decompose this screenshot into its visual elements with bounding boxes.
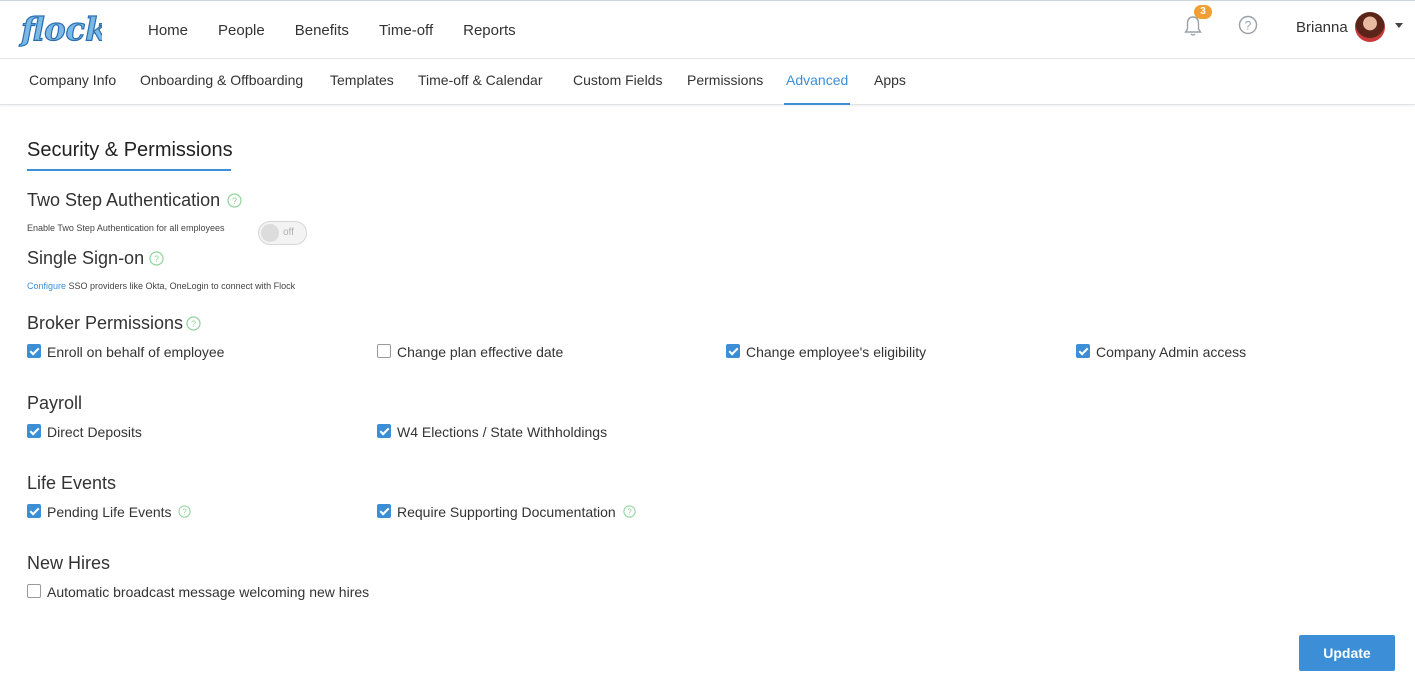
tab-custom-fields[interactable]: Custom Fields	[573, 59, 662, 105]
direct-deposits-label: Direct Deposits	[47, 424, 142, 440]
direct-deposits-checkbox[interactable]	[27, 424, 41, 438]
tab-templates[interactable]: Templates	[330, 59, 394, 105]
chevron-down-icon[interactable]	[1395, 23, 1403, 28]
svg-text:?: ?	[1245, 19, 1252, 33]
update-button[interactable]: Update	[1299, 635, 1395, 671]
two-step-heading: Two Step Authentication	[27, 190, 221, 210]
change-plan-date-label: Change plan effective date	[397, 344, 564, 360]
w4-elections-label: W4 Elections / State Withholdings	[397, 424, 608, 440]
enroll-on-behalf-label: Enroll on behalf of employee	[47, 344, 225, 360]
tab-apps[interactable]: Apps	[874, 59, 906, 105]
help-icon[interactable]: ?	[149, 251, 164, 266]
company-admin-label: Company Admin access	[1096, 344, 1247, 360]
two-step-toggle[interactable]: off	[258, 221, 307, 245]
require-documentation-label: Require Supporting Documentation	[397, 504, 616, 520]
toggle-label: off	[283, 227, 294, 238]
sso-description: Configure SSO providers like Okta, OneLo…	[27, 281, 295, 291]
svg-text:flock: flock	[19, 10, 102, 48]
svg-text:?: ?	[182, 508, 187, 517]
nav-benefits[interactable]: Benefits	[280, 22, 364, 39]
new-hires-heading: New Hires	[27, 553, 111, 573]
payroll-heading: Payroll	[27, 393, 83, 413]
tab-advanced[interactable]: Advanced	[784, 59, 851, 105]
title-underline	[27, 169, 231, 171]
svg-text:?: ?	[232, 196, 237, 206]
main-nav: Home People Benefits Time-off Reports	[133, 1, 531, 60]
help-icon[interactable]: ?	[178, 505, 191, 518]
user-name[interactable]: Brianna	[1296, 19, 1348, 36]
sso-heading: Single Sign-on	[27, 248, 145, 268]
life-events-heading: Life Events	[27, 473, 117, 493]
toggle-knob	[261, 224, 279, 242]
enroll-on-behalf-checkbox[interactable]	[27, 344, 41, 358]
help-icon[interactable]: ?	[1238, 15, 1258, 35]
page-title: Security & Permissions	[27, 139, 233, 161]
svg-text:?: ?	[154, 254, 159, 264]
nav-reports[interactable]: Reports	[448, 22, 531, 39]
tab-permissions[interactable]: Permissions	[687, 59, 763, 105]
change-eligibility-checkbox[interactable]	[726, 344, 740, 358]
help-icon[interactable]: ?	[186, 316, 201, 331]
require-documentation-checkbox[interactable]	[377, 504, 391, 518]
change-plan-date-checkbox[interactable]	[377, 344, 391, 358]
welcome-broadcast-checkbox[interactable]	[27, 584, 41, 598]
tab-time-off-calendar[interactable]: Time-off & Calendar	[418, 59, 543, 105]
nav-home[interactable]: Home	[133, 22, 203, 39]
change-eligibility-label: Change employee's eligibility	[746, 344, 927, 360]
svg-text:?: ?	[191, 319, 196, 329]
avatar[interactable]	[1355, 12, 1385, 42]
pending-life-events-checkbox[interactable]	[27, 504, 41, 518]
nav-people[interactable]: People	[203, 22, 280, 39]
sso-description-text: SSO providers like Okta, OneLogin to con…	[66, 281, 296, 291]
two-step-description: Enable Two Step Authentication for all e…	[27, 223, 225, 233]
help-icon[interactable]: ?	[623, 505, 636, 518]
w4-elections-checkbox[interactable]	[377, 424, 391, 438]
help-icon[interactable]: ?	[227, 193, 242, 208]
notification-badge: 3	[1194, 5, 1212, 19]
pending-life-events-label: Pending Life Events	[47, 504, 172, 520]
top-header: flock Home People Benefits Time-off Repo…	[0, 0, 1415, 59]
nav-time-off[interactable]: Time-off	[364, 22, 448, 39]
tab-onboarding-offboarding[interactable]: Onboarding & Offboarding	[140, 59, 303, 105]
broker-heading: Broker Permissions	[27, 313, 184, 333]
company-admin-checkbox[interactable]	[1076, 344, 1090, 358]
configure-link[interactable]: Configure	[27, 281, 66, 291]
svg-text:?: ?	[627, 508, 632, 517]
welcome-broadcast-label: Automatic broadcast message welcoming ne…	[47, 584, 370, 600]
settings-tabs: Company Info Onboarding & Offboarding Te…	[0, 59, 1415, 105]
flock-logo[interactable]: flock	[18, 7, 102, 49]
tab-company-info[interactable]: Company Info	[29, 59, 116, 105]
